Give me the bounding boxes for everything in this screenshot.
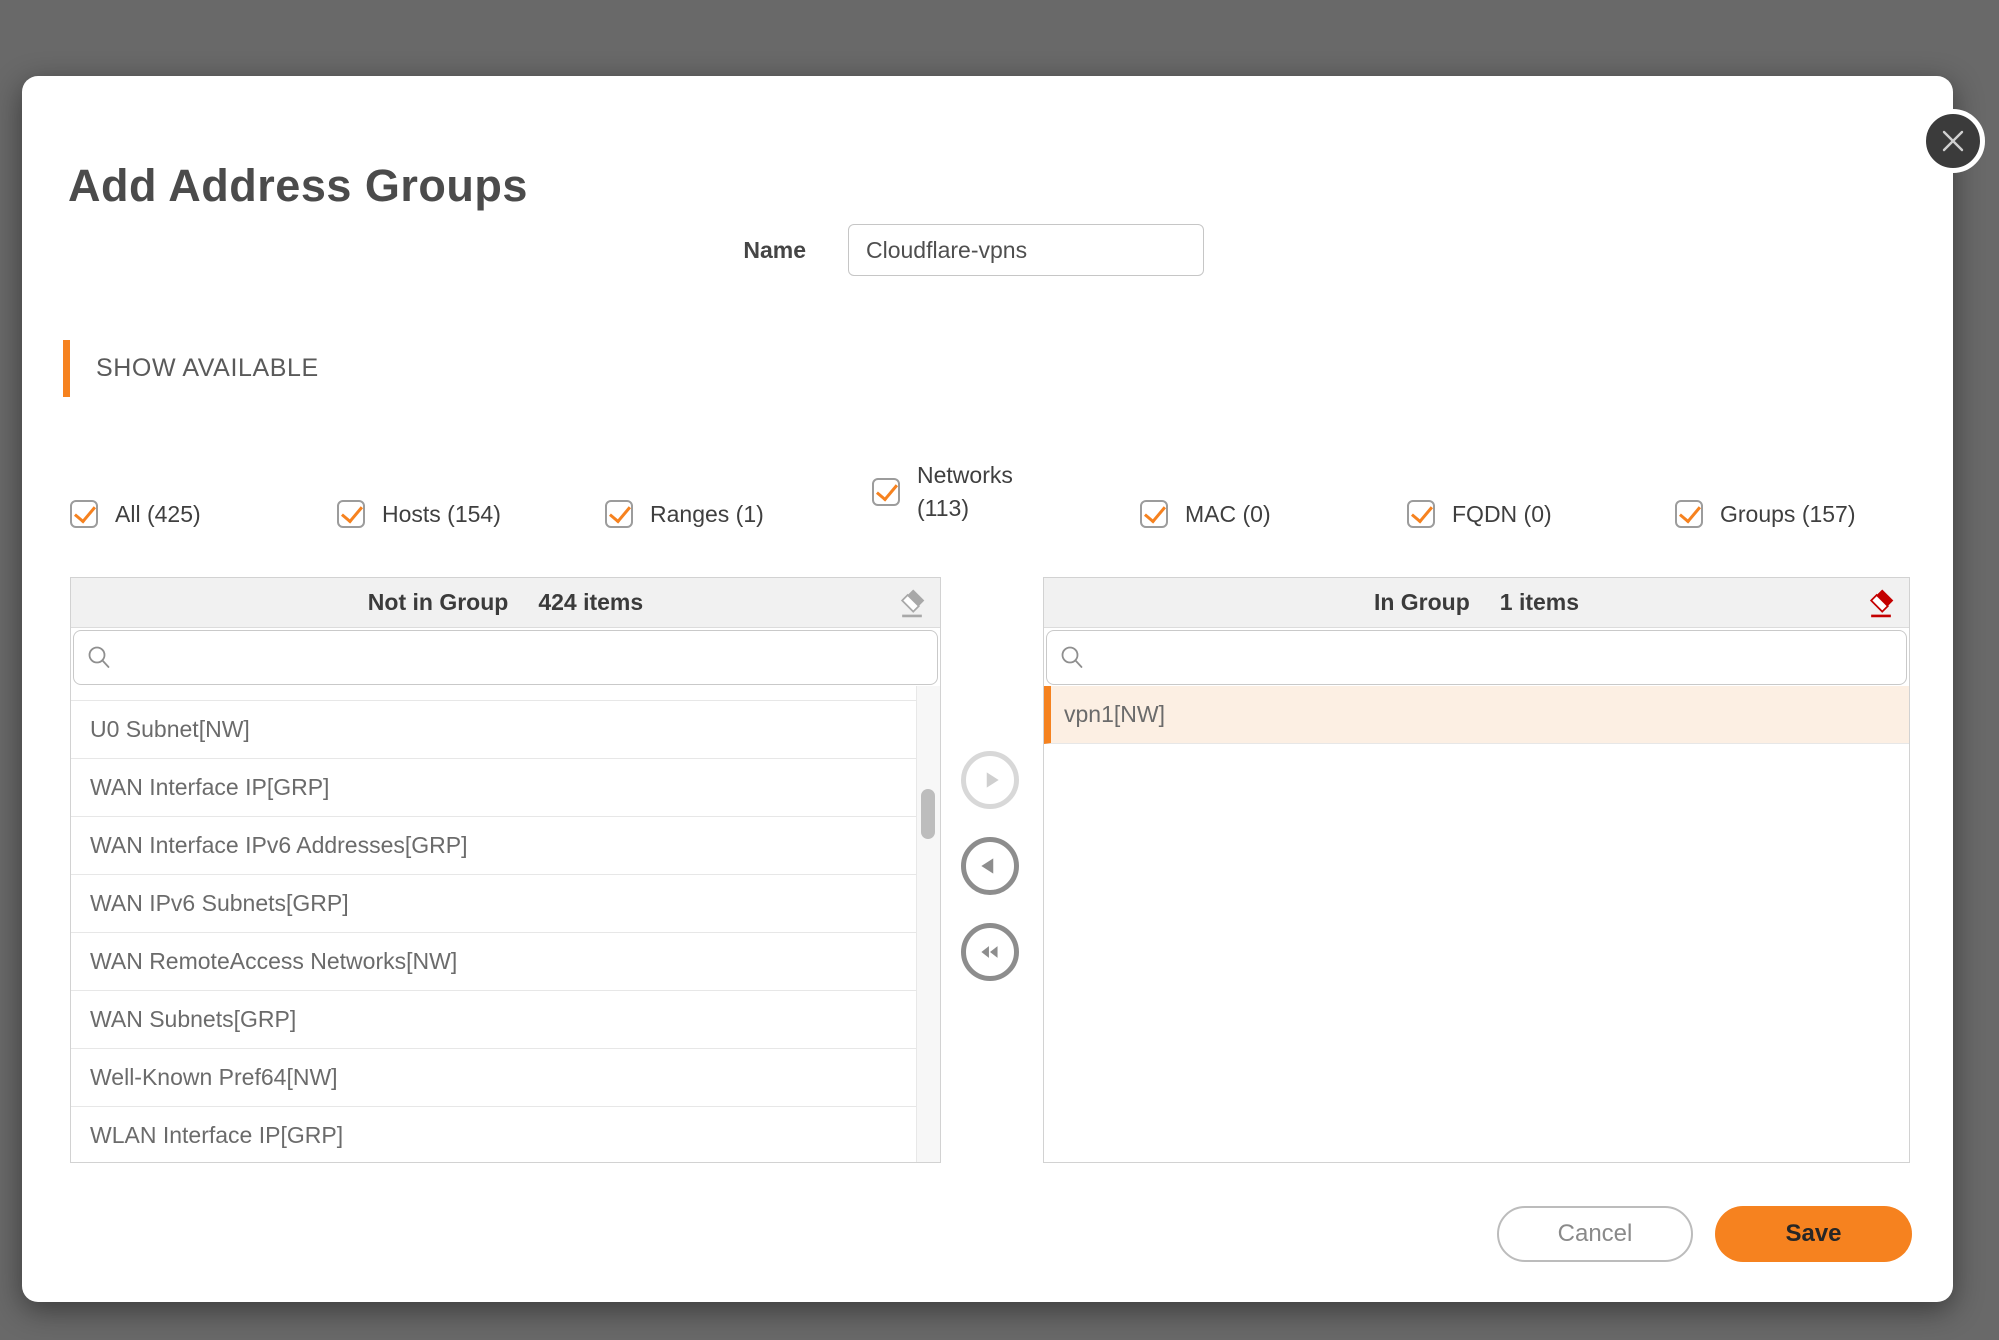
- filter-label: Ranges (1): [650, 500, 764, 527]
- not-in-group-panel: Not in Group 424 items U0 Subnet[NW] WAN…: [70, 577, 941, 1163]
- eraser-icon[interactable]: [897, 587, 927, 619]
- arrow-right-icon: [977, 767, 1003, 793]
- filter-mac-0: MAC (0): [1140, 486, 1271, 542]
- move-out-of-group-button[interactable]: [961, 837, 1019, 895]
- close-button[interactable]: [1921, 109, 1985, 173]
- filter-all-425: All (425): [70, 486, 201, 542]
- search-input[interactable]: [123, 631, 925, 684]
- checkbox-checked[interactable]: [337, 500, 365, 528]
- search-icon: [1059, 644, 1086, 671]
- filter-label: FQDN (0): [1452, 500, 1552, 527]
- scrollbar-thumb[interactable]: [921, 789, 935, 839]
- in-group-list: vpn1[NW]: [1044, 686, 1909, 1162]
- list-item[interactable]: Well-Known Pref64[NW]: [71, 1049, 916, 1107]
- save-button[interactable]: Save: [1715, 1206, 1912, 1262]
- list-item[interactable]: WAN Subnets[GRP]: [71, 991, 916, 1049]
- add-address-groups-dialog: Add Address Groups Name SHOW AVAILABLE A…: [22, 76, 1985, 1302]
- cancel-button[interactable]: Cancel: [1497, 1206, 1693, 1262]
- list-item[interactable]: vpn1[NW]: [1044, 686, 1909, 744]
- in-group-panel: In Group 1 items vpn1[NW]: [1043, 577, 1910, 1163]
- search-icon: [86, 644, 113, 671]
- filter-groups-157: Groups (157): [1675, 486, 1856, 542]
- section-header: SHOW AVAILABLE: [96, 354, 319, 382]
- filter-label: All (425): [115, 500, 201, 527]
- filter-label: MAC (0): [1185, 500, 1271, 527]
- x-icon: [1936, 124, 1970, 158]
- list-item[interactable]: WAN Interface IPv6 Addresses[GRP]: [71, 817, 916, 875]
- checkbox-checked[interactable]: [70, 500, 98, 528]
- filter-hosts-154: Hosts (154): [337, 486, 501, 542]
- panel-item-count: 424 items: [538, 589, 644, 615]
- list-item[interactable]: WAN Interface IP[GRP]: [71, 759, 916, 817]
- checkbox-checked[interactable]: [605, 500, 633, 528]
- arrow-left-icon: [977, 853, 1003, 879]
- filter-fqdn-0: FQDN (0): [1407, 486, 1552, 542]
- page-title: Add Address Groups: [68, 160, 528, 211]
- filter-label: Networks (113): [917, 462, 1013, 521]
- in-group-header: In Group 1 items: [1044, 578, 1909, 628]
- show-available-section: SHOW AVAILABLE: [63, 340, 319, 397]
- checkbox-checked[interactable]: [1140, 500, 1168, 528]
- accent-bar: [63, 340, 70, 397]
- checkbox-checked[interactable]: [1675, 500, 1703, 528]
- search-input[interactable]: [1096, 631, 1894, 684]
- not-in-group-header: Not in Group 424 items: [71, 578, 940, 628]
- name-input[interactable]: [848, 224, 1204, 276]
- move-all-out-of-group-button[interactable]: [961, 923, 1019, 981]
- checkbox-checked[interactable]: [1407, 500, 1435, 528]
- eraser-icon[interactable]: [1866, 587, 1896, 619]
- list-item[interactable]: U0 Subnet[NW]: [71, 701, 916, 759]
- list-item[interactable]: WLAN Interface IP[GRP]: [71, 1107, 916, 1162]
- filter-label: Groups (157): [1720, 500, 1856, 527]
- filter-networks-113: Networks (113): [872, 459, 1013, 525]
- not-in-group-list: U0 Subnet[NW] WAN Interface IP[GRP] WAN In…: [71, 686, 940, 1162]
- move-to-group-button[interactable]: [961, 751, 1019, 809]
- list-item[interactable]: WAN RemoteAccess Networks[NW]: [71, 933, 916, 991]
- scrollbar[interactable]: [916, 686, 940, 1162]
- not-in-group-search: [73, 630, 938, 685]
- panel-title: In Group: [1373, 589, 1470, 615]
- list-item[interactable]: WAN IPv6 Subnets[GRP]: [71, 875, 916, 933]
- in-group-search: [1046, 630, 1907, 685]
- filter-ranges-1: Ranges (1): [605, 486, 764, 542]
- panel-item-count: 1 items: [1499, 589, 1580, 615]
- double-arrow-left-icon: [976, 939, 1004, 965]
- panel-title: Not in Group: [367, 589, 509, 615]
- filter-label: Hosts (154): [382, 500, 501, 527]
- name-label: Name: [743, 237, 806, 263]
- checkbox-checked[interactable]: [872, 478, 900, 506]
- partial-row: [71, 686, 916, 701]
